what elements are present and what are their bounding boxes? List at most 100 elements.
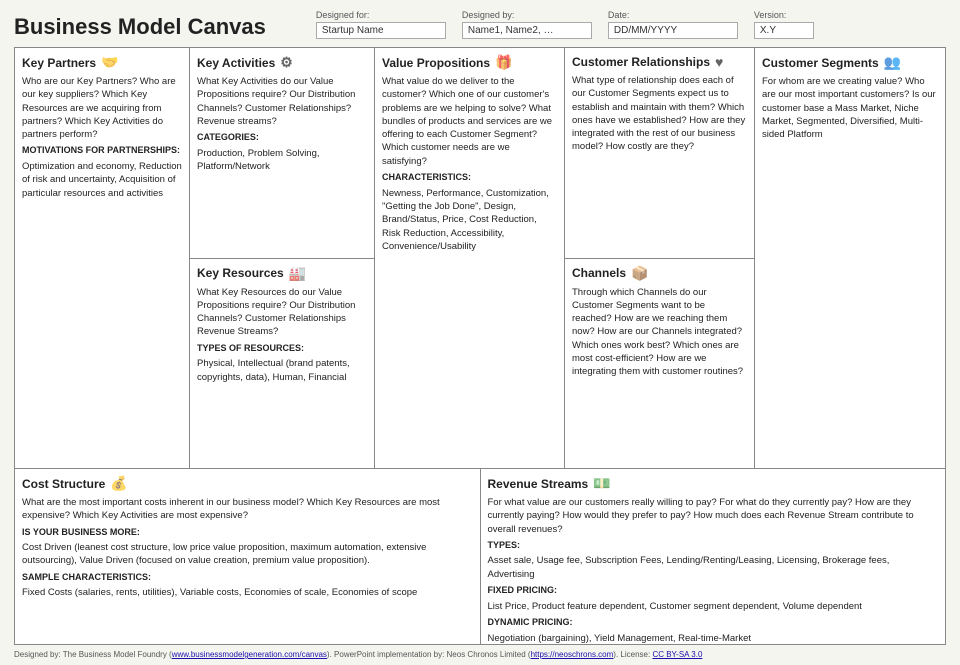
cr-channels-column: Customer Relationships ♥ What type of re… <box>565 48 755 468</box>
canvas-top-row: Key Partners 🤝 Who are our Key Partners?… <box>15 48 945 469</box>
canvas-grid: Key Partners 🤝 Who are our Key Partners?… <box>14 47 946 645</box>
revenue-streams-text1: For what value are our customers really … <box>488 496 939 536</box>
version-input[interactable] <box>754 22 814 39</box>
key-activities-text1: What Key Activities do our Value Proposi… <box>197 75 367 128</box>
key-activities-cell: Key Activities ⚙ What Key Activities do … <box>190 48 374 259</box>
key-activities-label1: CATEGORIES: <box>197 131 367 144</box>
value-propositions-text2: Newness, Performance, Customization, "Ge… <box>382 187 557 253</box>
cost-structure-label2: SAMPLE CHARACTERISTICS: <box>22 571 473 584</box>
channels-title: Channels 📦 <box>572 265 747 282</box>
key-activities-title: Key Activities ⚙ <box>197 54 367 71</box>
date-label: Date: <box>608 10 738 20</box>
value-propositions-content: What value do we deliver to the customer… <box>382 75 557 256</box>
channels-label: Channels <box>572 266 626 280</box>
designed-by-input[interactable] <box>462 22 592 39</box>
customer-segments-icon: 👥 <box>884 54 901 71</box>
channels-text1: Through which Channels do our Customer S… <box>572 286 747 379</box>
footer-text: Designed by: The Business Model Foundry … <box>14 650 172 659</box>
cost-structure-title: Cost Structure 💰 <box>22 475 473 492</box>
key-activities-content: What Key Activities do our Value Proposi… <box>197 75 367 173</box>
version-field: Version: <box>754 10 814 39</box>
page-title: Business Model Canvas <box>14 15 266 39</box>
date-input[interactable] <box>608 22 738 39</box>
date-field: Date: <box>608 10 738 39</box>
revenue-streams-label3: DYNAMIC PRICING: <box>488 616 939 629</box>
revenue-streams-cell: Revenue Streams 💵 For what value are our… <box>481 469 946 644</box>
cost-structure-text1: What are the most important costs inhere… <box>22 496 473 523</box>
customer-segments-title: Customer Segments 👥 <box>762 54 938 71</box>
key-activities-text2: Production, Problem Solving, Platform/Ne… <box>197 147 367 174</box>
key-resources-text1: What Key Resources do our Value Proposit… <box>197 286 367 339</box>
value-propositions-text1: What value do we deliver to the customer… <box>382 75 557 168</box>
header: Business Model Canvas Designed for: Desi… <box>14 10 946 39</box>
revenue-streams-label2: FIXED PRICING: <box>488 584 939 597</box>
key-resources-icon: 🏭 <box>289 265 306 282</box>
revenue-streams-label: Revenue Streams <box>488 477 589 491</box>
version-label: Version: <box>754 10 814 20</box>
revenue-streams-text2: Asset sale, Usage fee, Subscription Fees… <box>488 554 939 581</box>
cost-structure-icon: 💰 <box>110 475 127 492</box>
footer-text3: ). License: <box>613 650 652 659</box>
key-resources-label1: TYPES OF RESOURCES: <box>197 342 367 355</box>
footer-url1[interactable]: www.businessmodelgeneration.com/canvas <box>172 650 327 659</box>
customer-relationships-content: What type of relationship does each of o… <box>572 74 747 154</box>
key-partners-label1: MOTIVATIONS FOR PARTNERSHIPS: <box>22 144 182 157</box>
activities-resources-column: Key Activities ⚙ What Key Activities do … <box>190 48 375 468</box>
revenue-streams-icon: 💵 <box>593 475 610 492</box>
cost-structure-text2: Cost Driven (leanest cost structure, low… <box>22 541 473 568</box>
customer-segments-content: For whom are we creating value? Who are … <box>762 75 938 144</box>
value-propositions-label: Value Propositions <box>382 56 490 70</box>
key-resources-label: Key Resources <box>197 266 284 280</box>
cost-structure-label: Cost Structure <box>22 477 105 491</box>
key-activities-icon: ⚙ <box>280 54 293 71</box>
revenue-streams-label1: TYPES: <box>488 539 939 552</box>
footer-url2[interactable]: https://neoschrons.com <box>531 650 614 659</box>
customer-segments-cell: Customer Segments 👥 For whom are we crea… <box>755 48 945 468</box>
key-partners-text2: Optimization and economy, Reduction of r… <box>22 160 182 200</box>
key-partners-cell: Key Partners 🤝 Who are our Key Partners?… <box>15 48 190 468</box>
key-partners-content: Who are our Key Partners? Who are our ke… <box>22 75 182 203</box>
customer-relationships-icon: ♥ <box>715 54 723 70</box>
revenue-streams-title: Revenue Streams 💵 <box>488 475 939 492</box>
designed-by-field: Designed by: <box>462 10 592 39</box>
customer-relationships-text1: What type of relationship does each of o… <box>572 74 747 154</box>
cost-structure-label1: IS YOUR BUSINESS MORE: <box>22 526 473 539</box>
value-propositions-title: Value Propositions 🎁 <box>382 54 557 71</box>
designed-for-field: Designed for: <box>316 10 446 39</box>
canvas-bottom-row: Cost Structure 💰 What are the most impor… <box>15 469 945 644</box>
customer-relationships-cell: Customer Relationships ♥ What type of re… <box>565 48 754 259</box>
value-propositions-icon: 🎁 <box>495 54 512 71</box>
customer-segments-label: Customer Segments <box>762 56 879 70</box>
designed-for-input[interactable] <box>316 22 446 39</box>
key-resources-text2: Physical, Intellectual (brand patents, c… <box>197 357 367 384</box>
customer-relationships-label: Customer Relationships <box>572 55 710 69</box>
revenue-streams-content: For what value are our customers really … <box>488 496 939 644</box>
header-fields: Designed for: Designed by: Date: Version… <box>316 10 946 39</box>
key-resources-content: What Key Resources do our Value Proposit… <box>197 286 367 384</box>
footer-license[interactable]: CC BY-SA 3.0 <box>652 650 702 659</box>
key-partners-text1: Who are our Key Partners? Who are our ke… <box>22 75 182 141</box>
key-resources-cell: Key Resources 🏭 What Key Resources do ou… <box>190 259 374 469</box>
footer: Designed by: The Business Model Foundry … <box>14 650 946 659</box>
value-propositions-label1: CHARACTERISTICS: <box>382 171 557 184</box>
channels-cell: Channels 📦 Through which Channels do our… <box>565 259 754 469</box>
designed-by-label: Designed by: <box>462 10 592 20</box>
page: Business Model Canvas Designed for: Desi… <box>0 0 960 665</box>
customer-relationships-title: Customer Relationships ♥ <box>572 54 747 70</box>
cost-structure-text3: Fixed Costs (salaries, rents, utilities)… <box>22 586 473 599</box>
channels-icon: 📦 <box>631 265 648 282</box>
value-propositions-cell: Value Propositions 🎁 What value do we de… <box>375 48 565 468</box>
footer-text2: ). PowerPoint implementation by: Neos Ch… <box>327 650 531 659</box>
key-resources-title: Key Resources 🏭 <box>197 265 367 282</box>
customer-segments-text1: For whom are we creating value? Who are … <box>762 75 938 141</box>
key-activities-label: Key Activities <box>197 56 275 70</box>
revenue-streams-text4: Negotiation (bargaining), Yield Manageme… <box>488 632 939 644</box>
cost-structure-content: What are the most important costs inhere… <box>22 496 473 603</box>
cost-structure-cell: Cost Structure 💰 What are the most impor… <box>15 469 481 644</box>
key-partners-icon: 🤝 <box>101 54 118 71</box>
key-partners-label: Key Partners <box>22 56 96 70</box>
revenue-streams-text3: List Price, Product feature dependent, C… <box>488 600 939 613</box>
channels-content: Through which Channels do our Customer S… <box>572 286 747 379</box>
designed-for-label: Designed for: <box>316 10 446 20</box>
key-partners-title: Key Partners 🤝 <box>22 54 182 71</box>
